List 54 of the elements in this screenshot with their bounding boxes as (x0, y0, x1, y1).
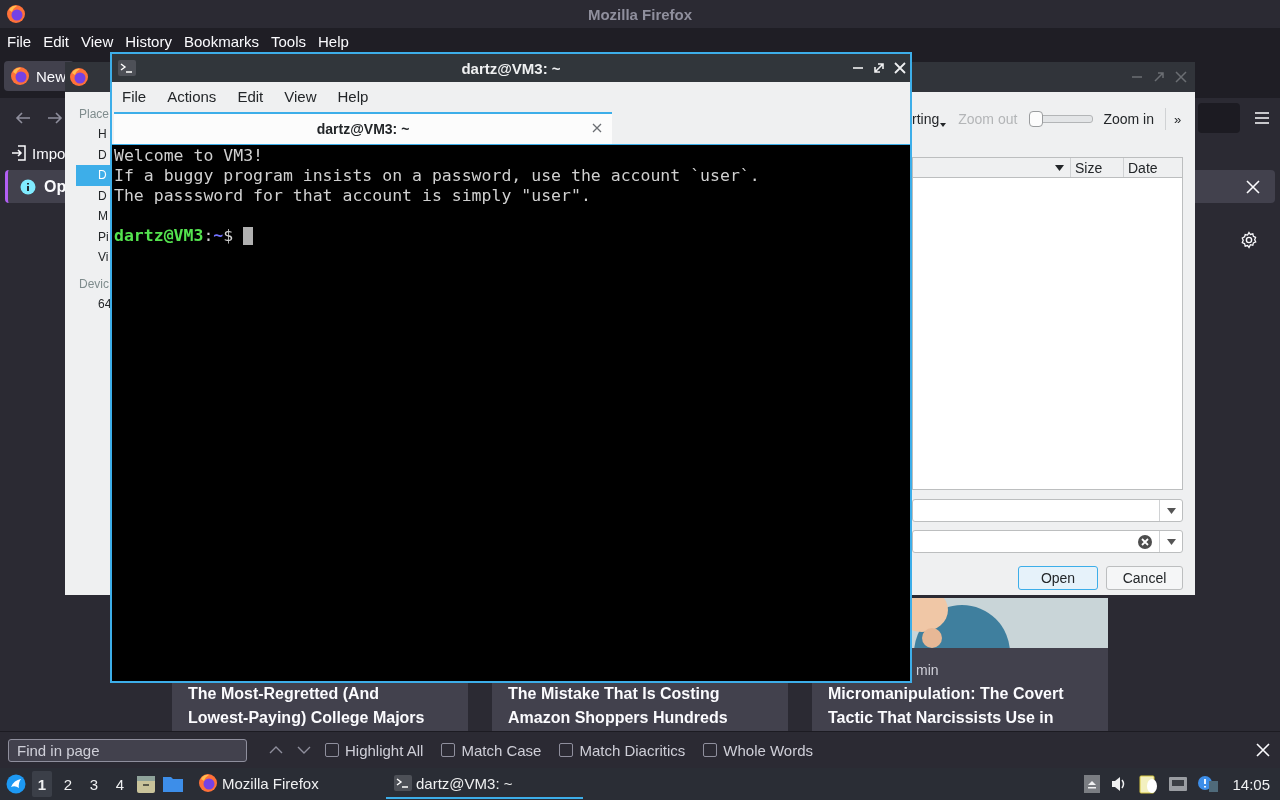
prompt-text: dartz@VM3 (114, 226, 204, 246)
more-button[interactable]: » (1173, 111, 1182, 127)
menu-item[interactable]: Edit (38, 32, 75, 50)
zoom-in-button[interactable]: Zoom in (1103, 111, 1154, 127)
menu-item[interactable]: Actions (161, 87, 223, 105)
taskbar-task[interactable]: dartz@VM3: ~ (386, 769, 583, 799)
section-heading: Place (78, 106, 110, 123)
article-title[interactable]: Micromanipulation: The Covert Tactic That Narcissists Use in (828, 682, 1068, 730)
menu-item[interactable]: File (2, 32, 37, 50)
place-item[interactable]: Vi (76, 247, 110, 268)
place-item[interactable]: 64 (76, 293, 110, 314)
checkbox-label[interactable]: Whole Words (723, 741, 814, 759)
prompt-text: ~ (213, 226, 224, 246)
open-button[interactable]: Open (1018, 566, 1098, 590)
prompt-text: $ (223, 226, 234, 246)
menu-item[interactable]: Bookmarks (178, 32, 264, 50)
bookmark-item[interactable]: Impo (10, 144, 66, 162)
section-heading: Devic (78, 275, 109, 293)
checkbox-label[interactable]: Highlight All (345, 741, 424, 759)
terminal-line: Welcome to VM3! (114, 146, 264, 166)
column-header[interactable]: Date (1124, 158, 1182, 177)
clock: 14:05 (1232, 775, 1270, 793)
workspace-button[interactable]: 4 (110, 771, 130, 797)
column-header[interactable]: Size (1071, 158, 1124, 177)
menu-item[interactable]: Edit (231, 87, 270, 105)
place-item[interactable]: H (76, 124, 110, 145)
notification-text: Op (44, 177, 67, 196)
window-title: Mozilla Firefox (586, 5, 694, 23)
workspace-button[interactable]: 3 (84, 771, 104, 797)
workspace-button[interactable]: 2 (58, 771, 78, 797)
search-field[interactable]: Find in page (8, 738, 247, 762)
place-item[interactable]: Pi (76, 226, 110, 247)
taskbar-task[interactable]: Mozilla Firefox (190, 769, 380, 799)
place-item[interactable]: D (76, 144, 110, 165)
menu-item[interactable]: File (116, 87, 153, 105)
menu-item[interactable]: Help (331, 87, 375, 105)
menu-item[interactable]: Help (313, 32, 354, 50)
sort-button[interactable]: rting (912, 111, 947, 127)
cancel-button[interactable]: Cancel (1106, 566, 1183, 590)
menu-item[interactable]: View (76, 32, 119, 50)
place-item[interactable]: D (76, 185, 110, 206)
window-title: dartz@VM3: ~ (460, 59, 562, 77)
menu-item[interactable]: History (120, 32, 177, 50)
menu-item[interactable]: Tools (266, 32, 311, 50)
read-time: min (916, 662, 939, 678)
terminal-line: The passsword for that account is simply "user". (114, 186, 592, 206)
menu-item[interactable]: View (278, 87, 323, 105)
checkbox-label[interactable]: Match Diacritics (579, 741, 686, 759)
place-item[interactable]: M (76, 206, 110, 227)
workspace-button[interactable]: 1 (32, 771, 52, 797)
terminal-line: If a buggy program insists on a password, use the account `user`. (114, 166, 761, 186)
checkbox-label[interactable]: Match Case (461, 741, 542, 759)
prompt-text: : (203, 226, 214, 246)
terminal-tab[interactable]: dartz@VM3: ~ (114, 112, 612, 144)
